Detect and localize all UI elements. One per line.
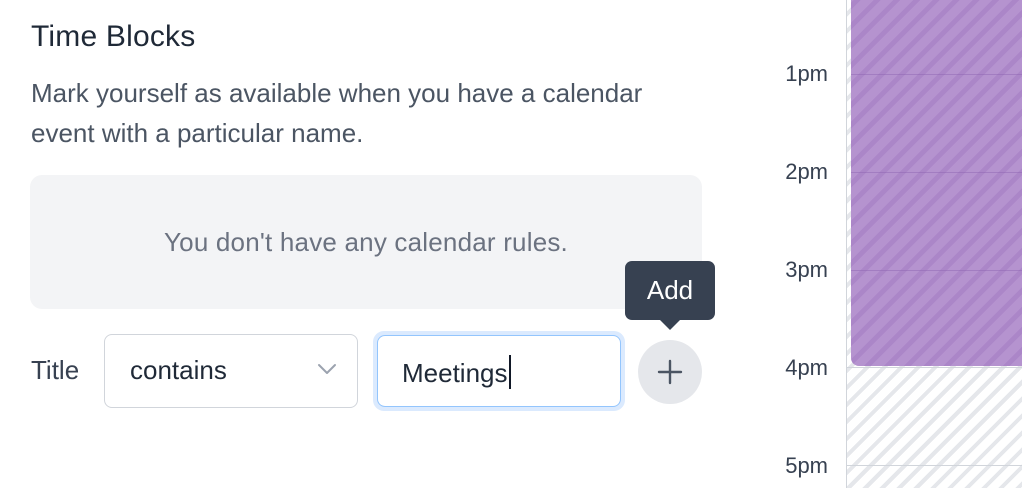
time-label-5pm: 5pm (785, 453, 828, 478)
calendar-event-block[interactable] (851, 0, 1022, 366)
title-text-input-value: Meetings (402, 355, 511, 389)
chevron-down-icon (318, 364, 336, 374)
operator-select-value: contains (130, 355, 227, 385)
time-label-2pm: 2pm (785, 159, 828, 184)
section-title: Time Blocks (31, 20, 196, 53)
hour-gridline (851, 74, 1022, 75)
title-text-input-focus-ring: Meetings (373, 331, 625, 411)
plus-icon (657, 359, 683, 385)
hour-gridline (846, 465, 1022, 466)
title-text-input[interactable]: Meetings (377, 335, 621, 407)
empty-rules-panel: You don't have any calendar rules. (30, 175, 702, 309)
time-blocks-page: Time Blocks Mark yourself as available w… (0, 0, 1022, 488)
empty-rules-message: You don't have any calendar rules. (164, 226, 568, 257)
rule-field-label: Title (31, 355, 80, 385)
title-text-input-text: Meetings (402, 358, 508, 388)
add-tooltip: Add (625, 261, 715, 320)
hour-gridline (846, 367, 1022, 368)
hour-gridline (851, 270, 1022, 271)
add-tooltip-arrow (659, 319, 681, 330)
section-description: Mark yourself as available when you have… (31, 78, 643, 148)
add-rule-button[interactable] (638, 340, 702, 404)
operator-select[interactable]: contains (104, 334, 358, 408)
add-tooltip-text: Add (646, 275, 694, 305)
time-label-1pm: 1pm (785, 61, 828, 86)
hour-gridline (851, 172, 1022, 173)
text-caret (508, 355, 511, 389)
time-label-3pm: 3pm (785, 257, 828, 282)
time-label-4pm: 4pm (785, 355, 828, 380)
